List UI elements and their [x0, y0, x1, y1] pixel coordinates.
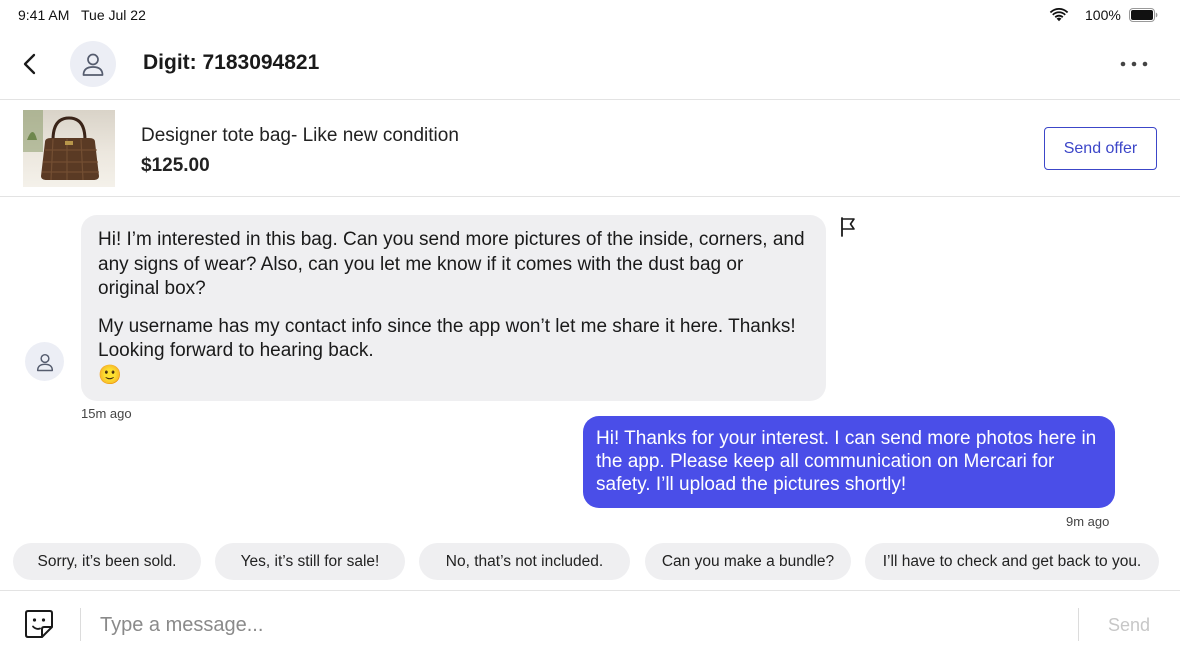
quick-reply-chip[interactable]: Sorry, it’s been sold. [13, 543, 201, 580]
message-text: Hi! Thanks for your interest. I can send… [596, 428, 1097, 495]
status-date: Tue Jul 22 [81, 7, 146, 23]
more-options-button[interactable] [1118, 54, 1150, 74]
outgoing-message-bubble[interactable]: Hi! Thanks for your interest. I can send… [583, 416, 1115, 508]
smile-emoji: 🙂 [98, 364, 122, 386]
back-button[interactable] [16, 50, 44, 78]
message-composer: Send [0, 590, 1180, 664]
message-text: Hi! I’m interested in this bag. Can you … [98, 229, 805, 299]
send-button[interactable]: Send [1108, 615, 1150, 636]
quick-reply-chip[interactable]: Can you make a bundle? [645, 543, 851, 580]
message-timestamp: 9m ago [1066, 514, 1110, 529]
message-input[interactable] [100, 607, 1060, 643]
quick-reply-chip[interactable]: Yes, it’s still for sale! [215, 543, 405, 580]
chat-screen: 9:41 AM Tue Jul 22 100% Digit: 718309482… [0, 0, 1180, 664]
item-summary: Designer tote bag- Like new condition $1… [0, 100, 1180, 197]
sticker-icon[interactable] [23, 608, 55, 640]
report-flag-icon[interactable] [838, 216, 858, 238]
send-offer-button[interactable]: Send offer [1044, 127, 1157, 170]
status-bar: 9:41 AM Tue Jul 22 100% [0, 0, 1180, 30]
message-text: My username has my contact info since th… [98, 315, 796, 362]
item-price: $125.00 [141, 155, 210, 176]
handbag-image [23, 110, 99, 181]
incoming-message-bubble[interactable]: Hi! I’m interested in this bag. Can you … [81, 215, 826, 401]
user-icon [82, 53, 104, 76]
status-time: 9:41 AM [18, 7, 70, 23]
composer-divider [80, 608, 81, 641]
battery-percent: 100% [1085, 7, 1121, 23]
composer-divider [1078, 608, 1079, 641]
sender-avatar[interactable] [25, 342, 64, 381]
quick-reply-chip[interactable]: No, that’s not included. [419, 543, 630, 580]
item-title: Designer tote bag- Like new condition [141, 125, 459, 146]
item-thumbnail[interactable] [23, 110, 115, 187]
chat-header: Digit: 7183094821 [0, 30, 1180, 100]
wifi-icon [1049, 8, 1069, 22]
message-timestamp: 15m ago [81, 406, 132, 421]
conversation-title: Digit: 7183094821 [143, 51, 320, 74]
quick-reply-chip[interactable]: I’ll have to check and get back to you. [865, 543, 1159, 580]
battery-icon [1129, 8, 1158, 22]
user-icon [36, 353, 53, 371]
avatar[interactable] [70, 41, 116, 87]
